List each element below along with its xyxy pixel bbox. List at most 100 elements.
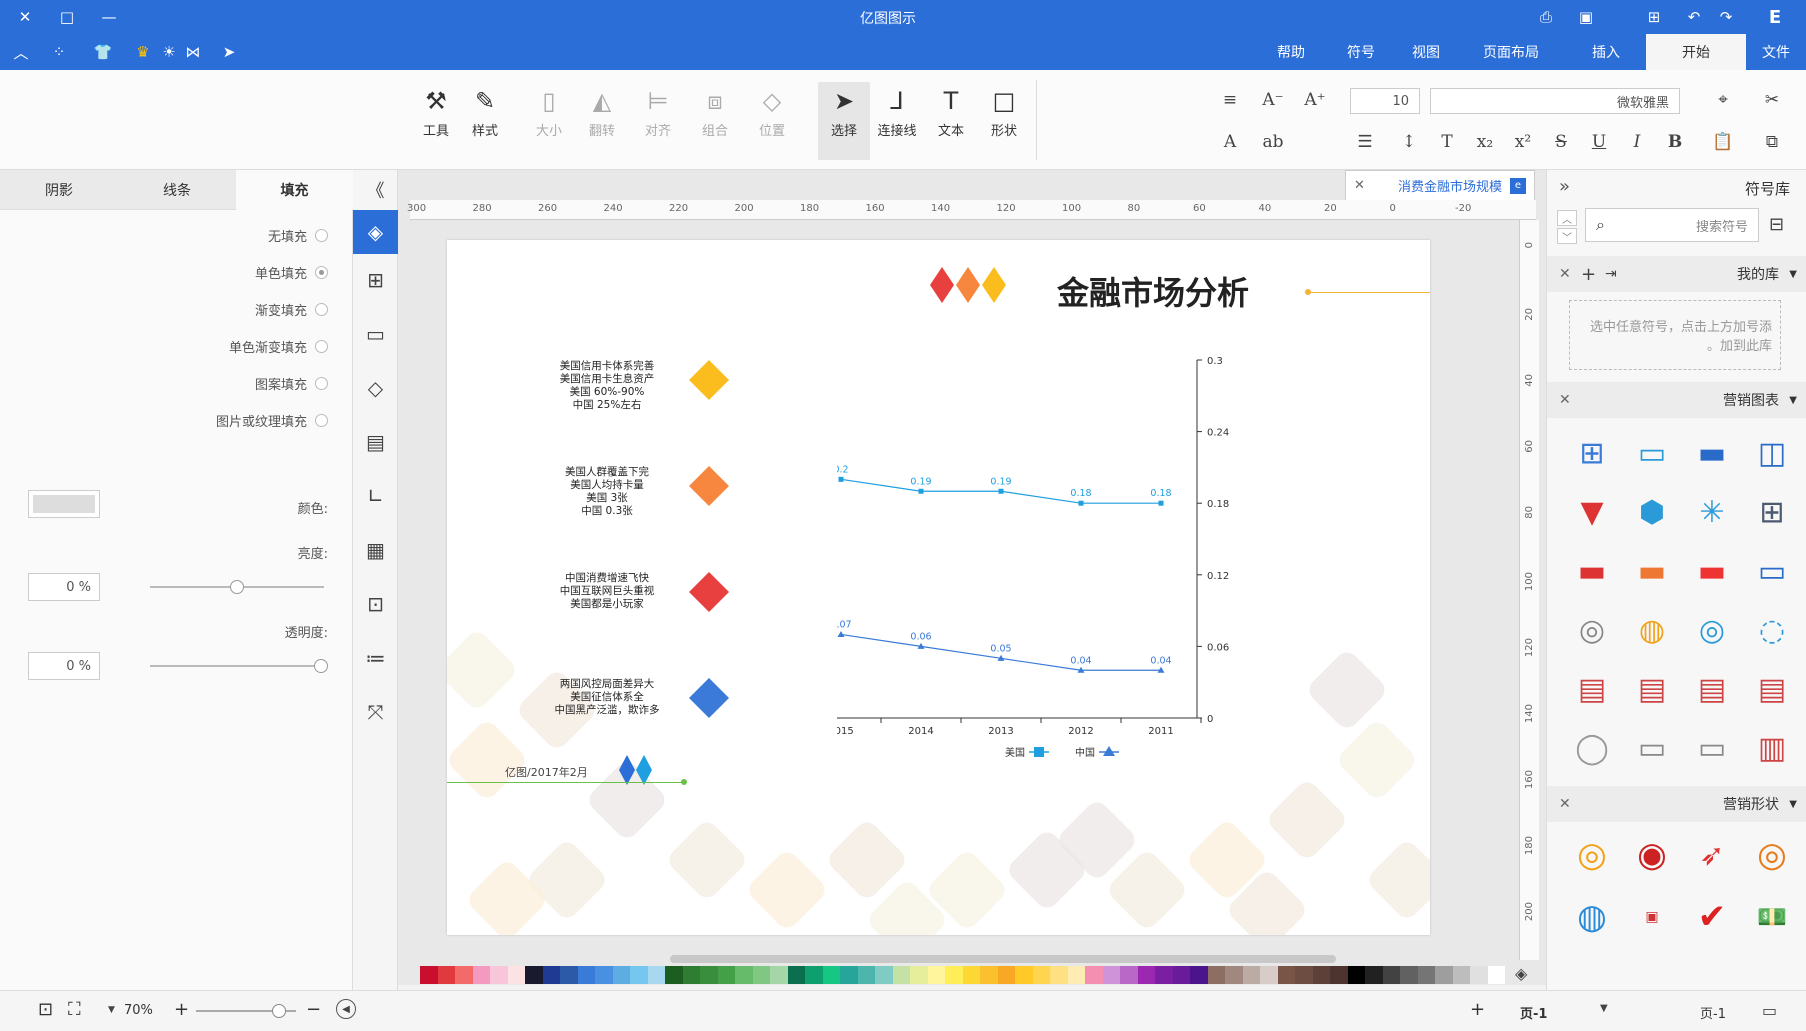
marketing-chart-thumbnail-icon[interactable]: ◎ [1563,605,1621,655]
marketing-chart-thumbnail-icon[interactable]: ▤ [1623,664,1681,714]
palette-swatch[interactable] [647,966,665,984]
section-my-library[interactable]: ✕ + ⇥ 我的库 ▼ [1547,256,1806,292]
palette-swatch[interactable] [1365,966,1383,984]
fill-bucket-icon[interactable]: ◈ [1515,964,1527,983]
redo-icon[interactable]: ↷ [1712,4,1740,30]
palette-swatch[interactable] [945,966,963,984]
palette-swatch[interactable] [700,966,718,984]
marketing-chart-thumbnail-icon[interactable]: ⊞ [1563,428,1621,478]
marketing-chart-thumbnail-icon[interactable]: ◍ [1623,605,1681,655]
paste-icon[interactable]: 📋 [1708,128,1738,156]
search-icon[interactable]: ⌕ [1596,215,1605,235]
palette-swatch[interactable] [420,966,438,984]
minimize-icon[interactable]: — [92,4,126,30]
ribbon-button-10[interactable]: ⚒ 工具 [410,82,462,160]
fill-icon[interactable]: ◈ [353,210,398,254]
expand-icon[interactable]: ▼ [1789,799,1797,810]
palette-swatch[interactable] [1137,966,1155,984]
fill-option-radio[interactable] [315,377,328,390]
menu-item[interactable]: 插入 [1566,34,1646,70]
undo-icon[interactable]: ↶ [1680,4,1708,30]
marketing-chart-thumbnail-icon[interactable]: ▬ [1623,546,1681,596]
transparency-input[interactable]: 0 % [28,652,100,680]
palette-swatch[interactable] [490,966,508,984]
section-close-icon[interactable]: ✕ [1559,796,1571,812]
brightness-input[interactable]: 0 % [28,573,100,601]
grid-icon[interactable]: ⊞ [353,258,398,302]
shirt-icon[interactable]: 👕 [90,40,116,64]
marketing-chart-thumbnail-icon[interactable]: ◌ [1743,605,1801,655]
zoom-out-button[interactable]: − [306,999,321,1020]
strikethrough-icon[interactable]: S [1546,128,1576,156]
marketing-chart-thumbnail-icon[interactable]: ◯ [1563,723,1621,773]
ribbon-button-2[interactable]: ⅃ 连接线 [871,82,923,160]
layers-icon[interactable]: ◇ [353,366,398,410]
marketing-chart-thumbnail-icon[interactable]: ⊞ [1743,487,1801,537]
marketing-chart-thumbnail-icon[interactable]: ▥ [1743,723,1801,773]
ribbon-button-8[interactable]: ▯ 大小 [523,82,575,160]
ribbon-button-0[interactable]: □ 形状 [978,82,1030,160]
info-item[interactable]: 美国人群覆盖下完 美国人均持卡量 美国 3张 中国 0.3张 [537,466,677,518]
text-size-icon[interactable]: ab [1258,128,1288,156]
palette-swatch[interactable] [682,966,700,984]
palette-swatch[interactable] [1242,966,1260,984]
scroll-up-icon[interactable]: ︿ [1557,210,1577,226]
palette-swatch[interactable] [875,966,893,984]
menu-item[interactable]: 页面布局 [1456,34,1566,70]
presentation-icon[interactable]: ≔ [353,636,398,680]
subscript-icon[interactable]: x₂ [1470,128,1500,156]
tab-fill[interactable]: 填充 [236,170,353,210]
font-color-icon[interactable]: A [1215,128,1245,156]
marketing-chart-thumbnail-icon[interactable]: ◫ [1743,428,1801,478]
palette-swatch[interactable] [560,966,578,984]
footer-note[interactable]: 亿图/2017年2月 [505,764,588,780]
italic-icon[interactable]: I [1622,128,1652,156]
palette-swatch[interactable] [577,966,595,984]
sun-icon[interactable]: ☀ [156,40,182,64]
palette-swatch[interactable] [1487,966,1505,984]
marketing-chart-thumbnail-icon[interactable]: ▬ [1563,546,1621,596]
tab-line[interactable]: 线条 [118,170,236,210]
palette-swatch[interactable] [1067,966,1085,984]
palette-swatch[interactable] [595,966,613,984]
marketing-chart-thumbnail-icon[interactable]: ⬢ [1623,487,1681,537]
marketing-chart-thumbnail-icon[interactable]: ▭ [1743,546,1801,596]
palette-swatch[interactable] [1435,966,1453,984]
palette-swatch[interactable] [472,966,490,984]
fill-option[interactable]: 图片或纹理填充 [216,411,328,430]
image-icon[interactable]: ▭ [353,312,398,356]
marketing-chart-thumbnail-icon[interactable]: ▼ [1563,487,1621,537]
ribbon-button-3[interactable]: ➤ 选择 [818,82,870,160]
cut-icon[interactable]: ✂ [1757,86,1787,114]
marketing-chart-thumbnail-icon[interactable]: ▭ [1623,428,1681,478]
info-item[interactable]: 中国消费增速飞快 中国互联网巨头重视 美国都是小玩家 [537,572,677,611]
bold-icon[interactable]: B [1660,128,1690,156]
transparency-slider[interactable] [150,659,328,673]
palette-swatch[interactable] [822,966,840,984]
symbol-search[interactable]: ⌕ 搜索符号 [1585,208,1759,242]
palette-swatch[interactable] [542,966,560,984]
zoom-in-button[interactable]: + [174,999,189,1020]
horizontal-scrollbar[interactable] [670,955,1336,963]
palette-swatch[interactable] [735,966,753,984]
palette-swatch[interactable] [630,966,648,984]
fill-option[interactable]: 单色渐变填充 [229,337,328,356]
maximize-icon[interactable]: □ [50,4,84,30]
menu-item[interactable]: 视图 [1396,34,1456,70]
palette-swatch[interactable] [1347,966,1365,984]
page-layout-icon[interactable]: ▭ [1762,1001,1777,1020]
font-size-select[interactable]: 10 [1350,88,1420,114]
crown-icon[interactable]: ♛ [130,40,156,64]
fill-option-radio[interactable] [315,266,328,279]
page-title[interactable]: 金融市场分析 [1057,268,1249,314]
palette-swatch[interactable] [1015,966,1033,984]
zoom-level[interactable]: 70% [124,1003,153,1018]
palette-swatch[interactable] [1207,966,1225,984]
fill-option[interactable]: 渐变填充 [255,300,328,319]
palette-swatch[interactable] [455,966,473,984]
marketing-chart-thumbnail-icon[interactable]: ▭ [1683,723,1741,773]
fit-width-icon[interactable]: ⊡ [38,999,53,1020]
palette-swatch[interactable] [1312,966,1330,984]
ribbon-button-6[interactable]: ⊨ 对齐 [632,82,684,160]
fill-option[interactable]: 无填充 [268,226,328,245]
